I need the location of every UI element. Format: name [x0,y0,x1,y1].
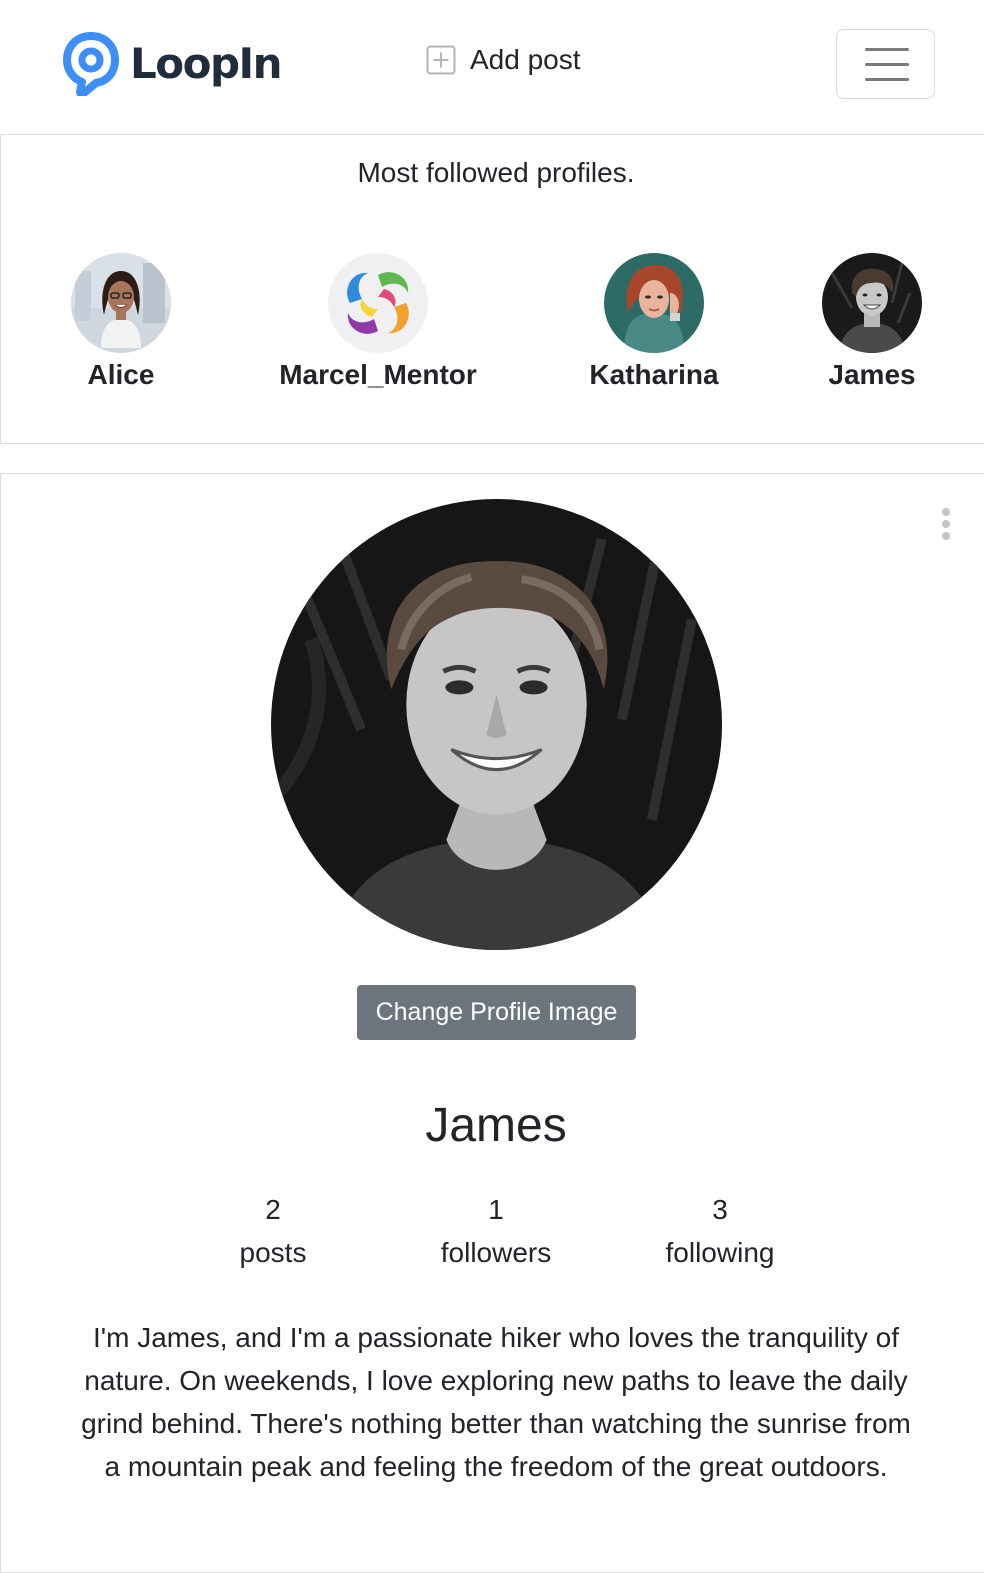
profile-name: Alice [87,359,155,390]
stat-followers[interactable]: 1 followers [396,1188,596,1274]
add-post-label: Add post [470,44,581,75]
kebab-dot [942,508,950,516]
plus-square-icon [426,45,456,75]
brand-name: LoopIn [130,38,283,88]
stat-following-value: 3 [712,1194,728,1225]
profile-name: Katharina [589,359,719,390]
profile-name: James [828,359,916,390]
most-followed-heading: Most followed profiles. [357,157,635,188]
most-followed-card: Most followed profiles. Alice Marcel_Men… [0,134,984,444]
stat-posts[interactable]: 2 posts [173,1188,373,1274]
hamburger-icon-bar [865,78,909,81]
stat-followers-label: followers [440,1237,552,1268]
profile-item-alice[interactable]: Alice [41,253,201,391]
profile-item-katharina[interactable]: Katharina [574,253,734,391]
change-profile-image-button[interactable]: Change Profile Image [357,985,636,1040]
menu-toggle-button[interactable] [836,29,935,99]
stat-following-label: following [665,1237,775,1268]
add-post-link[interactable]: Add post [426,44,581,76]
avatar [328,253,428,353]
avatar [71,253,171,353]
profile-card: Change Profile Image James 2 posts 1 fol… [0,473,984,1573]
kebab-dot [942,532,950,540]
avatar [604,253,704,353]
loopin-logo-icon [63,32,119,96]
avatar [822,253,922,353]
hamburger-icon [865,48,909,51]
profile-username: James [425,1099,567,1152]
profile-item-james[interactable]: James [802,253,942,391]
profile-item-marcel-mentor[interactable]: Marcel_Mentor [248,253,508,391]
navbar: LoopIn Add post [0,0,984,134]
hamburger-icon-bar [865,63,909,66]
stat-posts-label: posts [239,1237,307,1268]
stat-followers-value: 1 [488,1194,504,1225]
profile-bio: I'm James, and I'm a passionate hiker wh… [81,1322,911,1482]
kebab-dot [942,520,950,528]
stat-following[interactable]: 3 following [620,1188,820,1274]
more-options-icon[interactable] [931,504,961,544]
brand-logo-link[interactable]: LoopIn [62,30,283,96]
stat-posts-value: 2 [265,1194,281,1225]
profile-name: Marcel_Mentor [279,359,477,390]
profile-image [271,499,722,950]
